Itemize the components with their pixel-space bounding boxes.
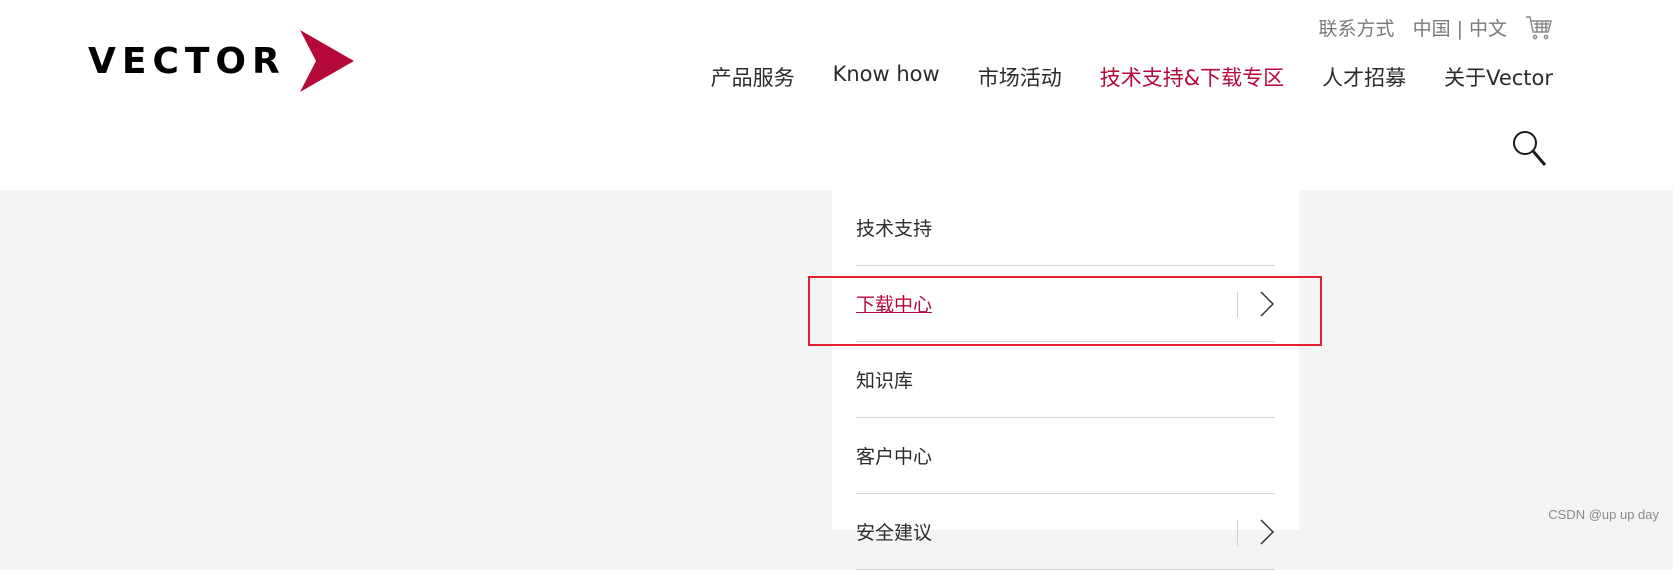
search-icon[interactable]: [1512, 130, 1548, 168]
menu-item-knowledge-base[interactable]: 知识库: [856, 342, 1275, 418]
nav-about[interactable]: 关于Vector: [1444, 62, 1553, 92]
menu-item-tech-support[interactable]: 技术支持: [856, 190, 1275, 266]
menu-item-label: 客户中心: [856, 446, 933, 468]
vector-logo-chevron-icon: [299, 30, 354, 92]
vector-logo[interactable]: VECTOR: [88, 26, 354, 96]
menu-item-security-advisories[interactable]: 安全建议: [856, 494, 1275, 570]
region-label: 中国: [1412, 18, 1451, 40]
nav-careers[interactable]: 人才招募: [1322, 62, 1406, 92]
utility-bar: 联系方式 中国 | 中文: [1319, 14, 1553, 41]
chevron-right-icon: [1260, 290, 1275, 317]
language-label: 中文: [1468, 18, 1507, 40]
menu-item-download-center[interactable]: 下载中心: [856, 266, 1275, 342]
site-header: VECTOR 联系方式 中国 | 中文 产品服务 Know how 市场活动 技术支…: [0, 0, 1673, 190]
menu-item-customer-center[interactable]: 客户中心: [856, 418, 1275, 494]
nav-support-downloads[interactable]: 技术支持&下载专区: [1100, 62, 1284, 92]
divider: [1237, 520, 1238, 546]
logo-text: VECTOR: [88, 40, 286, 82]
nav-events[interactable]: 市场活动: [978, 62, 1062, 92]
nav-know-how[interactable]: Know how: [833, 62, 940, 92]
support-dropdown-menu: 技术支持 下载中心 知识库 客户中心 安全建议: [832, 190, 1299, 570]
menu-item-label: 技术支持: [856, 218, 933, 240]
submenu-toggle[interactable]: [1237, 494, 1275, 569]
submenu-toggle[interactable]: [1237, 266, 1275, 341]
nav-products[interactable]: 产品服务: [711, 62, 795, 92]
menu-item-label: 下载中心: [856, 294, 933, 316]
divider: [1237, 292, 1238, 318]
chevron-right-icon: [1260, 518, 1275, 545]
language-selector[interactable]: 中国 | 中文: [1413, 14, 1507, 41]
language-separator: |: [1456, 18, 1463, 40]
menu-item-label: 知识库: [856, 370, 914, 392]
main-navigation: 产品服务 Know how 市场活动 技术支持&下载专区 人才招募 关于Vect…: [711, 62, 1553, 92]
cart-icon[interactable]: [1525, 15, 1553, 41]
menu-item-label: 安全建议: [856, 522, 933, 544]
watermark: CSDN @up up day: [1548, 507, 1659, 522]
contact-link[interactable]: 联系方式: [1319, 14, 1395, 41]
